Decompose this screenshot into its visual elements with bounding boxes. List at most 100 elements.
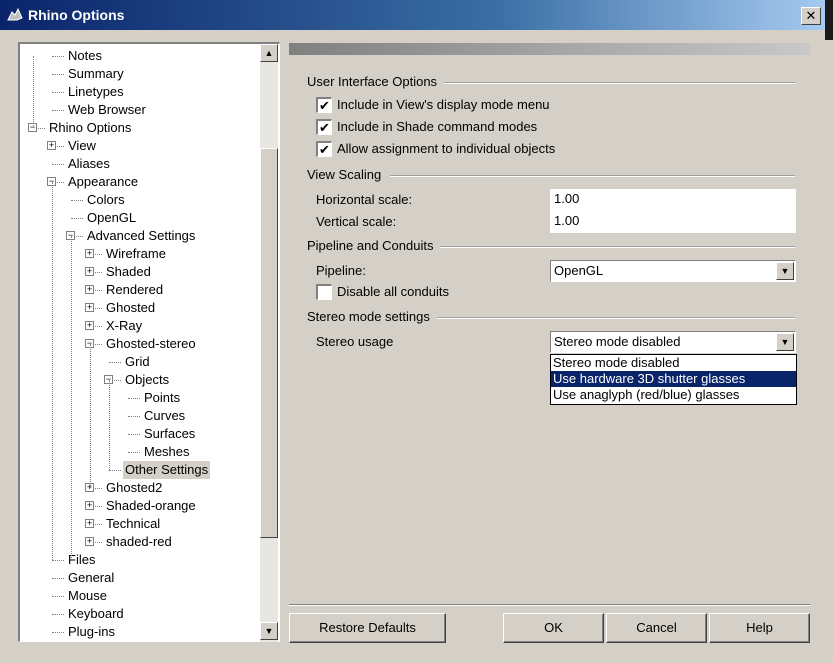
tree-item[interactable]: Points xyxy=(20,389,260,407)
scroll-down-button[interactable]: ▼ xyxy=(260,622,278,640)
tree-connector xyxy=(52,632,64,633)
tree-connector xyxy=(71,218,83,219)
restore-defaults-button[interactable]: Restore Defaults xyxy=(289,613,446,643)
tree-item[interactable]: Mouse xyxy=(20,587,260,605)
stereo-option-anaglyph[interactable]: Use anaglyph (red/blue) glasses xyxy=(551,387,796,403)
tree-item[interactable]: Surfaces xyxy=(20,425,260,443)
tree-scrollbar[interactable]: ▲ ▼ xyxy=(260,44,278,642)
disable-conduits-checkbox[interactable] xyxy=(316,284,332,300)
expand-icon[interactable]: + xyxy=(47,141,56,150)
expand-icon[interactable]: + xyxy=(85,249,94,258)
allow-individual-objects-checkbox[interactable]: ✔ xyxy=(316,141,332,157)
tree-item[interactable]: + Wireframe xyxy=(20,245,260,263)
tree-item[interactable]: Plug-ins xyxy=(20,623,260,641)
tree-item[interactable]: + Ghosted2 xyxy=(20,479,260,497)
tree-item[interactable]: Linetypes xyxy=(20,83,260,101)
scroll-up-button[interactable]: ▲ xyxy=(260,44,278,62)
expand-icon[interactable]: + xyxy=(85,519,94,528)
help-button[interactable]: Help xyxy=(709,613,810,643)
tree-item-label: Plug-ins xyxy=(68,624,115,639)
pipeline-dropdown-button[interactable]: ▼ xyxy=(776,262,794,280)
stereo-usage-select[interactable]: Stereo mode disabled ▼ xyxy=(550,331,796,353)
options-tree[interactable]: Notes Summary Linetypes Web Browser − Rhino O… xyxy=(18,42,280,642)
tree-item[interactable]: − Objects xyxy=(20,371,260,389)
tree-item[interactable]: Keyboard xyxy=(20,605,260,623)
cancel-button[interactable]: Cancel xyxy=(606,613,707,643)
tree-item-label: Ghosted2 xyxy=(106,480,163,495)
tree-item[interactable]: + Technical xyxy=(20,515,260,533)
stereo-option-disabled[interactable]: Stereo mode disabled xyxy=(551,355,796,371)
tree-item[interactable]: − Rhino Options xyxy=(20,119,260,137)
checkmark-icon: ✔ xyxy=(319,120,330,135)
tree-connector xyxy=(52,74,64,75)
tree-item[interactable]: Aliases xyxy=(20,155,260,173)
ok-button[interactable]: OK xyxy=(503,613,604,643)
tree-item-label: Rendered xyxy=(106,282,164,297)
expand-icon[interactable]: + xyxy=(85,267,94,276)
tree-connector xyxy=(52,560,64,561)
tree-item[interactable]: Meshes xyxy=(20,443,260,461)
include-display-mode-menu-checkbox[interactable]: ✔ xyxy=(316,97,332,113)
tree-item[interactable]: + Shaded-orange xyxy=(20,497,260,515)
tree-item[interactable]: + X-Ray xyxy=(20,317,260,335)
tree-item-label: Summary xyxy=(68,66,124,81)
tree-item[interactable]: + View xyxy=(20,137,260,155)
stereo-option-shutter-glasses[interactable]: Use hardware 3D shutter glasses xyxy=(551,371,796,387)
tree-item[interactable]: Curves xyxy=(20,407,260,425)
tree-connector xyxy=(52,92,64,93)
footer-divider xyxy=(289,604,810,606)
pipeline-select[interactable]: OpenGL ▼ xyxy=(550,260,796,282)
tree-item-label: Grid xyxy=(125,354,150,369)
expand-icon[interactable]: + xyxy=(85,285,94,294)
tree-item[interactable]: + Rendered xyxy=(20,281,260,299)
tree-item-label: Shaded xyxy=(106,264,151,279)
include-shade-command-checkbox[interactable]: ✔ xyxy=(316,119,332,135)
scroll-thumb[interactable] xyxy=(260,148,278,538)
tree-item-label: Mouse xyxy=(68,588,108,603)
tree-item[interactable]: + Shaded xyxy=(20,263,260,281)
tree-item-label: X-Ray xyxy=(106,318,143,333)
stereo-dropdown-button[interactable]: ▼ xyxy=(776,333,794,351)
tree-item-label: Keyboard xyxy=(68,606,124,621)
expand-icon[interactable]: + xyxy=(85,501,94,510)
tree-connector xyxy=(109,362,121,363)
tree-guide xyxy=(33,56,34,128)
tree-item-label: Objects xyxy=(125,372,170,387)
stereo-usage-label: Stereo usage xyxy=(316,334,394,349)
stereo-usage-value: Stereo mode disabled xyxy=(554,334,681,349)
tree-item-label: Advanced Settings xyxy=(87,228,196,243)
vertical-scale-field[interactable]: 1.00 xyxy=(550,211,796,233)
tree-item[interactable]: Colors xyxy=(20,191,260,209)
expand-icon[interactable]: + xyxy=(85,537,94,546)
tree-item[interactable]: + shaded-red xyxy=(20,533,260,551)
tree-item[interactable]: + Ghosted xyxy=(20,299,260,317)
tree-item-label: Technical xyxy=(106,516,161,531)
tree-item[interactable]: − Advanced Settings xyxy=(20,227,260,245)
tree-item[interactable]: General xyxy=(20,569,260,587)
tree-guide xyxy=(71,236,72,560)
tree-item[interactable]: Other Settings xyxy=(20,461,260,479)
tree-connector xyxy=(52,578,64,579)
tree-item-label: Web Browser xyxy=(68,102,146,117)
tree-item[interactable]: Files xyxy=(20,551,260,569)
tree-item[interactable]: Web Browser xyxy=(20,101,260,119)
tree-connector xyxy=(52,596,64,597)
arrow-up-icon: ▲ xyxy=(264,48,274,58)
close-button[interactable]: ✕ xyxy=(801,7,821,25)
tree-connector xyxy=(52,56,64,57)
tree-item[interactable]: OpenGL xyxy=(20,209,260,227)
expand-icon[interactable]: + xyxy=(85,303,94,312)
vertical-scale-label: Vertical scale: xyxy=(316,214,397,229)
horizontal-scale-field[interactable]: 1.00 xyxy=(550,189,796,211)
tree-item-label: Wireframe xyxy=(106,246,166,261)
tree-item-label: shaded-red xyxy=(106,534,172,549)
tree-connector xyxy=(109,470,121,471)
tree-item[interactable]: Grid xyxy=(20,353,260,371)
window-edge xyxy=(825,0,833,40)
tree-item[interactable]: − Ghosted-stereo xyxy=(20,335,260,353)
tree-item[interactable]: − Appearance xyxy=(20,173,260,191)
expand-icon[interactable]: + xyxy=(85,321,94,330)
tree-item[interactable]: Summary xyxy=(20,65,260,83)
tree-item-label: Ghosted-stereo xyxy=(106,336,196,351)
tree-item[interactable]: Notes xyxy=(20,47,260,65)
